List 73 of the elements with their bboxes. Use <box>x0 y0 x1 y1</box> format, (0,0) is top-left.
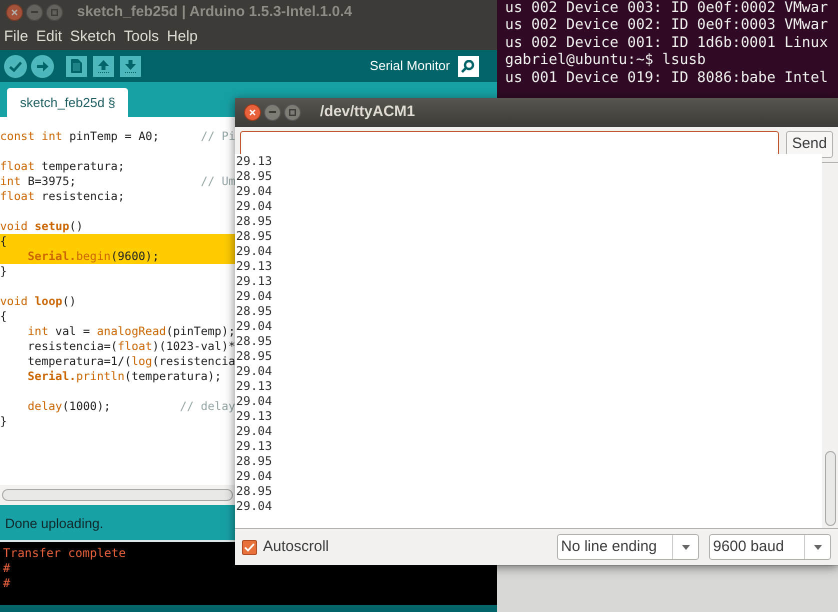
menu-item[interactable]: Sketch <box>70 26 116 49</box>
caret-icon <box>682 544 690 550</box>
menu-item[interactable]: Edit <box>36 26 62 49</box>
window-title: /dev/ttyACM1 <box>320 102 416 122</box>
output-line: 29.04 <box>236 244 274 259</box>
output-line: 29.04 <box>236 394 274 409</box>
maximize-button[interactable] <box>284 104 301 121</box>
terminal-line: us 002 Device 003: ID 0e0f:0002 VMwar <box>505 0 830 18</box>
output-line: 29.13 <box>236 439 274 454</box>
terminal-line: us 002 Device 002: ID 0e0f:0003 VMwar <box>505 17 830 35</box>
autoscroll-checkbox[interactable] <box>242 540 257 554</box>
output-line: 29.04 <box>236 499 274 514</box>
maximize-icon <box>51 9 58 16</box>
output-line: 28.95 <box>236 169 274 184</box>
output-line: 29.04 <box>236 184 274 199</box>
output-line: 29.04 <box>236 199 274 214</box>
minimize-icon <box>269 111 276 114</box>
output-line: 28.95 <box>236 214 274 229</box>
close-button[interactable] <box>6 4 23 21</box>
terminal-line: us 001 Device 019: ID 8086:babe Intel <box>505 70 830 88</box>
save-button[interactable] <box>120 56 141 76</box>
verify-button[interactable] <box>4 54 27 78</box>
maximize-icon <box>289 109 296 116</box>
close-icon <box>249 109 256 116</box>
output-line: 29.04 <box>236 424 274 439</box>
arrow-up-icon <box>98 60 109 72</box>
magnifier-icon <box>461 60 476 72</box>
maximize-button[interactable] <box>46 4 63 21</box>
checkmark-icon <box>244 542 255 552</box>
output-line: 28.95 <box>236 454 274 469</box>
line-ending-dropdown[interactable]: No line ending <box>557 534 699 560</box>
autoscroll-label: Autoscroll <box>263 536 329 557</box>
output-line: 29.13 <box>236 274 274 289</box>
output-line: 29.04 <box>236 319 274 334</box>
minimize-icon <box>31 11 38 14</box>
open-button[interactable] <box>93 56 114 76</box>
close-icon <box>11 9 18 16</box>
serial-monitor-button[interactable] <box>458 56 479 76</box>
console-line: Transfer complete <box>3 546 126 561</box>
output-line: 29.04 <box>236 469 274 484</box>
new-button[interactable] <box>66 56 87 76</box>
arrow-right-icon <box>36 60 48 72</box>
output-line: 29.13 <box>236 409 274 424</box>
window-title: sketch_feb25d | Arduino 1.5.3-Intel.1.0.4 <box>77 2 352 22</box>
menu-item[interactable]: File <box>4 26 28 49</box>
menu-item[interactable]: Help <box>166 26 198 49</box>
document-icon <box>71 59 82 73</box>
terminal-line: gabriel@ubuntu:~$ lsusb <box>505 52 707 70</box>
output-line: 29.13 <box>236 379 274 394</box>
output-line: 28.95 <box>236 229 274 244</box>
caret-icon <box>814 544 822 550</box>
horizontal-scrollbar[interactable] <box>2 489 233 501</box>
arrow-down-icon <box>125 60 136 72</box>
console-line: # <box>3 576 10 591</box>
baud-rate-dropdown[interactable]: 9600 baud <box>709 534 831 560</box>
output-line: 29.04 <box>236 289 274 304</box>
menu-item[interactable]: Tools <box>124 26 159 49</box>
output-line: 29.13 <box>236 259 274 274</box>
output-line: 28.95 <box>236 304 274 319</box>
terminal-line: us 002 Device 001: ID 1d6b:0001 Linux <box>505 34 830 52</box>
vertical-scrollbar[interactable] <box>822 163 838 528</box>
upload-button[interactable] <box>31 54 54 78</box>
output-line: 29.04 <box>236 364 274 379</box>
status-message: Done uploading. <box>5 514 104 533</box>
serial-monitor-label: Serial Monitor <box>370 57 450 76</box>
output-line: 28.95 <box>236 349 274 364</box>
editor-tab[interactable]: sketch_feb25d § <box>7 88 128 117</box>
checkmark-icon <box>9 60 22 72</box>
console-line: # <box>3 561 10 576</box>
output-line: 28.95 <box>236 484 274 499</box>
output-line: 28.95 <box>236 334 274 349</box>
output-line: 29.13 <box>236 154 274 169</box>
close-button[interactable] <box>244 104 261 121</box>
